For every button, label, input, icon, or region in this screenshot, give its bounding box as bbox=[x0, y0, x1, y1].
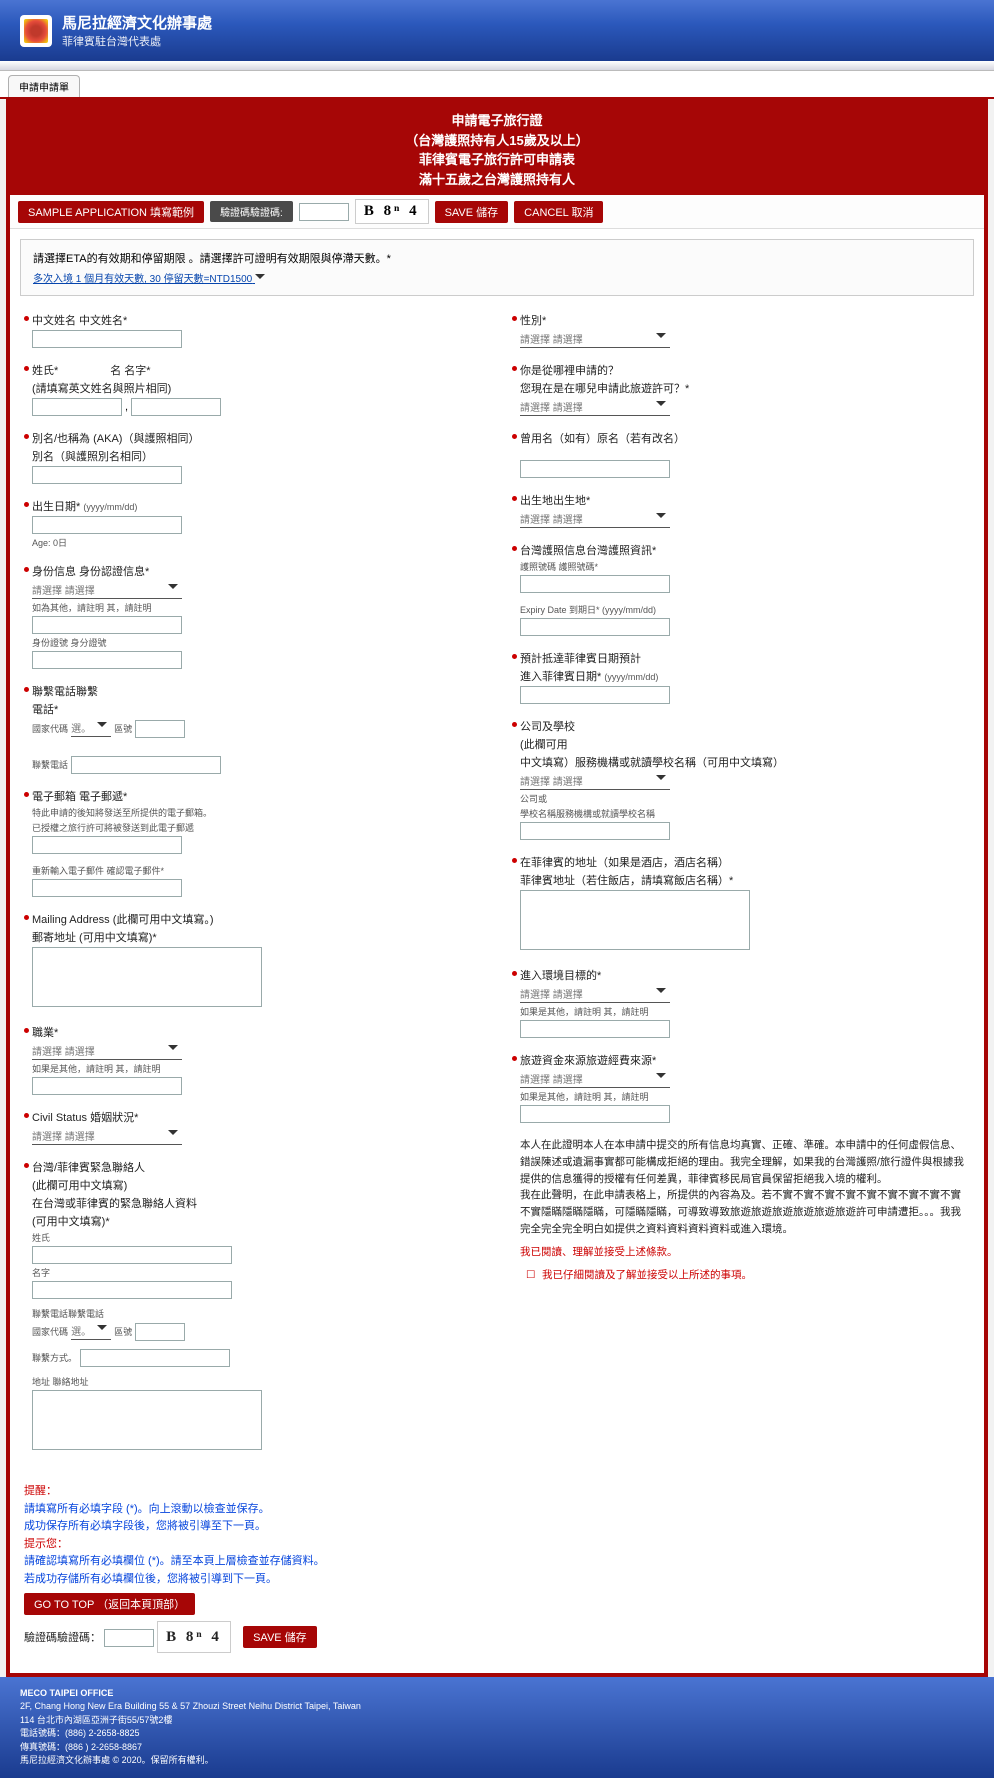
emergency-surname-input[interactable] bbox=[32, 1246, 232, 1264]
former-name-input[interactable] bbox=[520, 460, 670, 478]
validity-notice: 請選擇ETA的有效期和停留期限 。請選擇許可證明有效期限與停滯天數。* 多次入境… bbox=[20, 239, 974, 296]
email-input[interactable] bbox=[32, 836, 182, 854]
emergency-phone-input[interactable] bbox=[135, 1323, 185, 1341]
identity-select[interactable]: 請選擇 請選擇 bbox=[32, 581, 182, 599]
occupation-select[interactable]: 請選擇 請選擇 bbox=[32, 1042, 182, 1060]
contact-phone-input[interactable] bbox=[71, 756, 221, 774]
save-button-bottom[interactable]: SAVE 儲存 bbox=[243, 1626, 317, 1648]
sample-button[interactable]: SAMPLE APPLICATION 填寫範例 bbox=[18, 201, 204, 223]
lbl-chinese-name: 中文姓名 中文姓名* bbox=[32, 312, 482, 328]
chinese-name-input[interactable] bbox=[32, 330, 182, 348]
emergency-cc-select[interactable]: 選。 bbox=[71, 1322, 111, 1340]
captcha-label: 驗證碼驗證碼: bbox=[210, 201, 293, 222]
emergency-name-input[interactable] bbox=[32, 1281, 232, 1299]
emergency-method-input[interactable] bbox=[80, 1349, 230, 1367]
id-number-input[interactable] bbox=[32, 651, 182, 669]
company-name-input[interactable] bbox=[520, 822, 670, 840]
birthplace-select[interactable]: 請選擇 請選擇 bbox=[520, 510, 670, 528]
right-column: 性別*請選擇 請選擇 你是從哪裡申請的？您現在是在哪兒申請此旅遊許可？*請選擇 … bbox=[512, 312, 970, 1467]
dob-input[interactable] bbox=[32, 516, 182, 534]
fund-other-input[interactable] bbox=[520, 1105, 670, 1123]
header-separator bbox=[0, 61, 994, 71]
captcha-input-bottom[interactable] bbox=[104, 1629, 154, 1647]
passport-number-input[interactable] bbox=[520, 575, 670, 593]
save-button[interactable]: SAVE 儲存 bbox=[435, 201, 509, 223]
go-top-button[interactable]: GO TO TOP （返回本頁頂部） bbox=[24, 1593, 195, 1615]
sex-select[interactable]: 請選擇 請選擇 bbox=[520, 330, 670, 348]
captcha-image-bottom: B 8ⁿ 4 bbox=[157, 1621, 231, 1653]
cancel-button[interactable]: CANCEL 取消 bbox=[514, 201, 603, 223]
bottom-notices: 提醒： 請填寫所有必填字段 (*)。向上滾動以檢查並保存。 成功保存所有必填字段… bbox=[10, 1473, 984, 1663]
captcha-image: B 8ⁿ 4 bbox=[355, 199, 429, 224]
tab-bar: 申請申請單 bbox=[0, 71, 994, 99]
declaration-text: 本人在此證明本人在本申請中提交的所有信息均真實、正確、準確。本申請中的任何虛假信… bbox=[512, 1137, 970, 1283]
chevron-down-icon bbox=[255, 274, 265, 284]
surname-input[interactable] bbox=[32, 398, 122, 416]
logo-icon bbox=[20, 15, 52, 47]
fund-select[interactable]: 請選擇 請選擇 bbox=[520, 1070, 670, 1088]
notice-text: 請選擇ETA的有效期和停留期限 。請選擇許可證明有效期限與停滯天數。* bbox=[33, 250, 961, 266]
top-toolbar: SAMPLE APPLICATION 填寫範例 驗證碼驗證碼: B 8ⁿ 4 S… bbox=[10, 195, 984, 229]
arrival-date-input[interactable] bbox=[520, 686, 670, 704]
app-header: 馬尼拉經濟文化辦事處 菲律賓駐台灣代表處 bbox=[0, 0, 994, 61]
email-confirm-input[interactable] bbox=[32, 879, 182, 897]
purpose-select[interactable]: 請選擇 請選擇 bbox=[520, 985, 670, 1003]
ph-address-textarea[interactable] bbox=[520, 890, 750, 950]
country-code-select[interactable]: 選。 bbox=[71, 719, 111, 737]
main-form: 申請電子旅行證 （台灣護照持有人15歲及以上） 菲律賓電子旅行許可申請表 滿十五… bbox=[6, 99, 988, 1677]
apply-from-select[interactable]: 請選擇 請選擇 bbox=[520, 398, 670, 416]
mailing-address-textarea[interactable] bbox=[32, 947, 262, 1007]
footer: MECO TAIPEI OFFICE 2F, Chang Hong New Er… bbox=[0, 1677, 994, 1778]
occupation-other-input[interactable] bbox=[32, 1077, 182, 1095]
header-subtitle: 菲律賓駐台灣代表處 bbox=[62, 33, 212, 49]
civil-status-select[interactable]: 請選擇 請選擇 bbox=[32, 1127, 182, 1145]
validity-select[interactable]: 多次入境 1 個月有效天數, 30 停留天數=NTD1500 bbox=[33, 274, 252, 285]
purpose-other-input[interactable] bbox=[520, 1020, 670, 1038]
left-column: 中文姓名 中文姓名* 姓氏* 名 名字* (請填寫英文姓名與照片相同) , 別名… bbox=[24, 312, 482, 1467]
identity-other-input[interactable] bbox=[32, 616, 182, 634]
givenname-input[interactable] bbox=[131, 398, 221, 416]
form-title: 申請電子旅行證 （台灣護照持有人15歲及以上） 菲律賓電子旅行許可申請表 滿十五… bbox=[10, 103, 984, 195]
passport-expiry-input[interactable] bbox=[520, 618, 670, 636]
company-select[interactable]: 請選擇 請選擇 bbox=[520, 772, 670, 790]
aka-input[interactable] bbox=[32, 466, 182, 484]
captcha-input[interactable] bbox=[299, 203, 349, 221]
phone-input[interactable] bbox=[135, 720, 185, 738]
emergency-address-textarea[interactable] bbox=[32, 1390, 262, 1450]
header-title: 馬尼拉經濟文化辦事處 bbox=[62, 12, 212, 33]
tab-application[interactable]: 申請申請單 bbox=[8, 75, 80, 97]
